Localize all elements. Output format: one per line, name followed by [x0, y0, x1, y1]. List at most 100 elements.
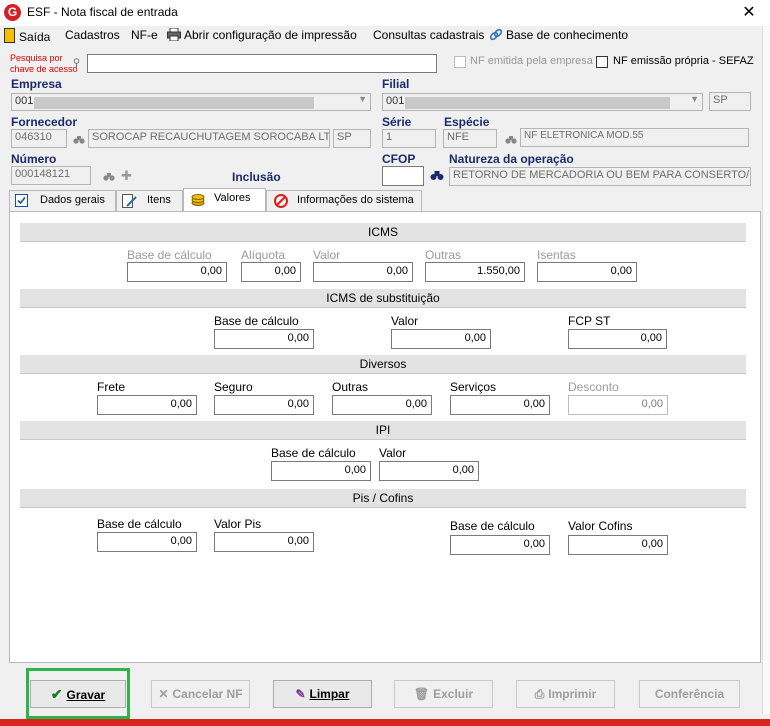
- seguro-label: Seguro: [214, 380, 253, 394]
- menu-saida[interactable]: Saída: [4, 28, 50, 44]
- plus-icon[interactable]: ✚: [121, 168, 132, 184]
- highlight-box: [26, 668, 130, 719]
- chevron-down-icon: ▼: [358, 94, 367, 104]
- seguro-field[interactable]: 0,00: [214, 395, 314, 415]
- menu-cadastros[interactable]: Cadastros: [65, 28, 120, 42]
- fcp-st-field[interactable]: 0,00: [568, 329, 667, 349]
- menu-nfe[interactable]: NF-e: [131, 28, 158, 42]
- icms-valor-field[interactable]: 0,00: [313, 262, 413, 282]
- icms-aliq-field[interactable]: 0,00: [241, 262, 301, 282]
- tab-informacoes-label: Informações do sistema: [297, 194, 414, 206]
- numero-field[interactable]: 000148121: [11, 166, 91, 185]
- servicos-field[interactable]: 0,00: [450, 395, 550, 415]
- ipi-valor-label: Valor: [379, 446, 407, 460]
- eraser-icon: ✎: [295, 687, 306, 701]
- fornecedor-label: Fornecedor: [11, 115, 78, 129]
- menu-cadastros-label: Cadastros: [65, 28, 120, 42]
- limpar-label: Limpar: [309, 687, 350, 701]
- exit-door-icon: [4, 28, 15, 43]
- filial-label: Filial: [382, 77, 410, 91]
- cancelar-label: Cancelar NF: [172, 687, 243, 701]
- desconto-label: Desconto: [568, 380, 619, 394]
- filial-uf-field: SP: [709, 92, 751, 111]
- search-label-line1: Pesquisa por: [10, 53, 63, 63]
- menu-base-conhecimento[interactable]: Base de conhecimento: [489, 28, 628, 42]
- pis-base-field[interactable]: 0,00: [97, 532, 197, 552]
- cfop-input[interactable]: [382, 166, 424, 186]
- pis-valor-label: Valor Pis: [214, 517, 262, 531]
- servicos-label: Serviços: [450, 380, 497, 394]
- limpar-button[interactable]: ✎ Limpar: [273, 680, 372, 708]
- cofins-base-field[interactable]: 0,00: [450, 535, 550, 555]
- icms-outras-field[interactable]: 1.550,00: [425, 262, 525, 282]
- icms-st-base-label: Base de cálculo: [214, 314, 299, 328]
- natureza-label: Natureza da operação: [449, 152, 574, 166]
- background-taskbar-strip: [0, 719, 770, 726]
- filial-code: 001: [386, 95, 405, 107]
- tab-itens[interactable]: Itens: [116, 190, 183, 211]
- section-pis-cofins: Pis / Cofins: [20, 489, 746, 508]
- close-button[interactable]: ✕: [738, 2, 760, 24]
- diversos-outras-field[interactable]: 0,00: [332, 395, 432, 415]
- tab-dados-gerais[interactable]: Dados gerais: [9, 190, 116, 211]
- cancel-x-icon: ✕: [158, 687, 169, 701]
- search-label: Pesquisa por chave de acesso: [10, 53, 78, 75]
- icms-outras-label: Outras: [425, 248, 462, 262]
- desconto-field[interactable]: 0,00: [568, 395, 668, 415]
- icms-st-valor-field[interactable]: 0,00: [391, 329, 491, 349]
- binoculars-icon[interactable]: [505, 134, 517, 148]
- tab-informacoes-sistema[interactable]: Informações do sistema: [266, 190, 422, 211]
- printer-icon: [167, 27, 181, 42]
- especie-field[interactable]: NFE: [443, 129, 497, 148]
- icms-isentas-field[interactable]: 0,00: [537, 262, 637, 282]
- fcp-st-label: FCP ST: [568, 314, 611, 328]
- coins-icon: [191, 192, 205, 209]
- ipi-base-field[interactable]: 0,00: [271, 461, 371, 481]
- icms-st-base-field[interactable]: 0,00: [214, 329, 314, 349]
- menu-nfe-label: NF-e: [131, 28, 158, 42]
- filial-name-redacted: [405, 97, 670, 109]
- conferencia-button[interactable]: Conferência: [639, 680, 740, 708]
- fornecedor-code-field[interactable]: 046310: [11, 129, 67, 148]
- filial-select[interactable]: 001 ▼: [382, 93, 703, 111]
- fornecedor-uf-field: SP: [333, 129, 371, 148]
- section-icms-st: ICMS de substituição: [20, 289, 746, 308]
- icms-base-field[interactable]: 0,00: [127, 262, 227, 282]
- cancelar-nf-button[interactable]: ✕ Cancelar NF: [151, 680, 250, 708]
- ipi-valor-field[interactable]: 0,00: [379, 461, 479, 481]
- empresa-name-redacted: [34, 97, 314, 109]
- chave-acesso-input[interactable]: [87, 54, 437, 73]
- section-icms: ICMS: [20, 223, 746, 242]
- nf-emitida-checkbox[interactable]: [454, 56, 466, 68]
- serie-field[interactable]: 1: [382, 129, 436, 148]
- search-label-line2: chave de acesso: [10, 64, 78, 74]
- natureza-field: RETORNO DE MERCADORIA OU BEM PARA CONSER…: [449, 167, 751, 186]
- pis-valor-field[interactable]: 0,00: [214, 532, 314, 552]
- binoculars-icon[interactable]: [430, 170, 444, 184]
- menu-abrir-config-impressao[interactable]: Abrir configuração de impressão: [167, 27, 357, 42]
- background-window-edge: [762, 26, 770, 714]
- empresa-label: Empresa: [11, 77, 62, 91]
- tab-dados-gerais-label: Dados gerais: [40, 194, 105, 206]
- cfop-label: CFOP: [382, 152, 416, 166]
- frete-field[interactable]: 0,00: [97, 395, 197, 415]
- empresa-select[interactable]: 001 ▼: [11, 93, 371, 111]
- pis-base-label: Base de cálculo: [97, 517, 182, 531]
- serie-label: Série: [382, 115, 412, 129]
- nf-emitida-label: NF emitida pela empresa: [470, 55, 593, 67]
- numero-label: Número: [11, 152, 57, 166]
- menu-consultas-cadastrais[interactable]: Consultas cadastrais: [373, 28, 484, 42]
- conferencia-label: Conferência: [654, 687, 725, 701]
- icms-st-valor-label: Valor: [391, 314, 419, 328]
- trash-icon: 🗑: [413, 687, 430, 701]
- binoculars-icon[interactable]: [73, 134, 85, 148]
- inclusao-label: Inclusão: [232, 170, 281, 184]
- cofins-valor-field[interactable]: 0,00: [568, 535, 668, 555]
- fornecedor-name-field: SOROCAP RECAUCHUTAGEM SOROCABA LTD: [88, 129, 330, 148]
- especie-desc-field: NF ELETRONICA MOD.55: [520, 128, 749, 147]
- binoculars-icon[interactable]: [103, 171, 115, 185]
- imprimir-button[interactable]: ⎙ Imprimir: [516, 680, 615, 708]
- tab-valores[interactable]: Valores: [183, 188, 266, 211]
- excluir-button[interactable]: 🗑 Excluir: [394, 680, 493, 708]
- nf-propria-checkbox[interactable]: [596, 56, 608, 68]
